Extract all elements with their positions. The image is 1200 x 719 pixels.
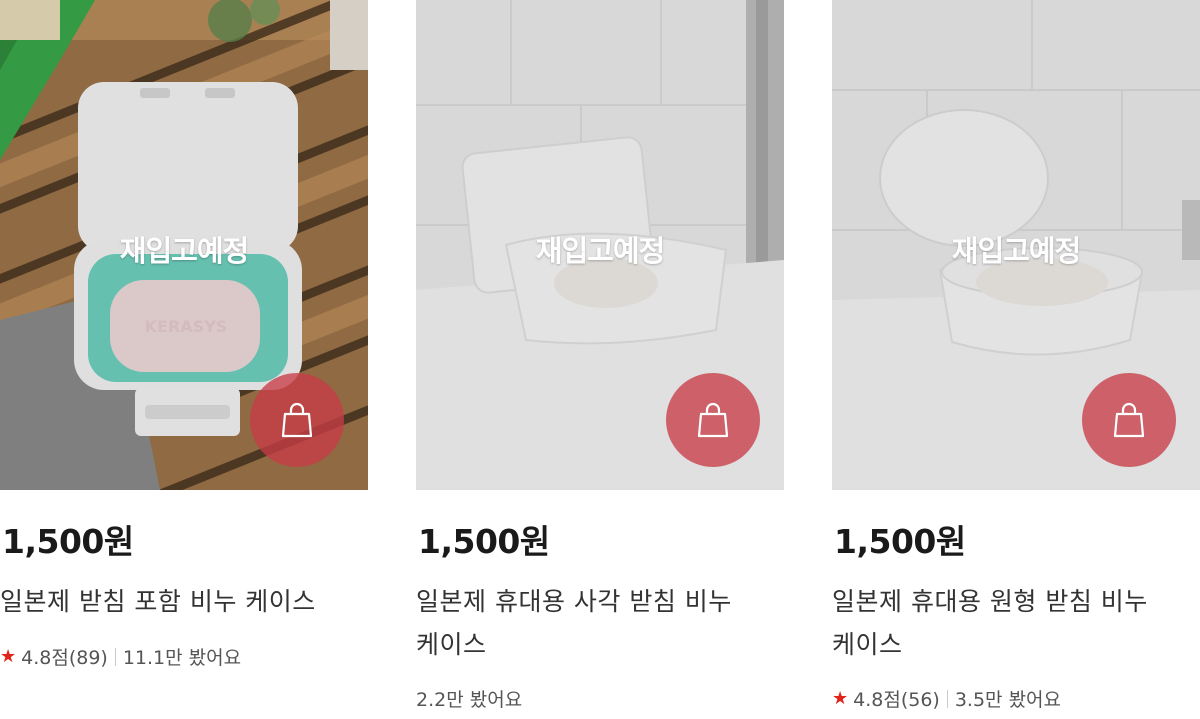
product-views: 11.1만 봤어요: [122, 647, 242, 669]
product-price: 1,500원: [2, 522, 134, 561]
product-meta: ★ 4.8점(56) 3.5만 봤어요: [832, 685, 1061, 712]
restock-label: 재입고예정: [119, 234, 249, 268]
meta-divider: [114, 647, 116, 666]
product-card[interactable]: 재입고예정 1,500원 일본제 휴대용 원형 받침 비누 케이스 ★ 4.8점…: [832, 0, 1200, 719]
product-image[interactable]: KERASYS 재입고예정: [0, 0, 368, 490]
product-views: 3.5만 봤어요: [954, 689, 1062, 711]
product-grid: KERASYS 재입고예정 1,500원 일본제 받침 포함 비누 케이스 ★ …: [0, 0, 1200, 719]
product-title[interactable]: 일본제 받침 포함 비누 케이스: [0, 580, 372, 623]
product-card[interactable]: KERASYS 재입고예정 1,500원 일본제 받침 포함 비누 케이스 ★ …: [0, 0, 368, 719]
meta-divider: [946, 689, 948, 708]
shopping-bag-icon: [281, 402, 313, 438]
product-title[interactable]: 일본제 휴대용 사각 받침 비누 케이스: [416, 580, 788, 666]
add-to-cart-button[interactable]: [1082, 373, 1176, 467]
shopping-bag-icon: [1113, 402, 1145, 438]
product-views: 2.2만 봤어요: [416, 689, 523, 711]
add-to-cart-button[interactable]: [666, 373, 760, 467]
product-card[interactable]: 재입고예정 1,500원 일본제 휴대용 사각 받침 비누 케이스 2.2만 봤…: [416, 0, 784, 719]
product-meta: 2.2만 봤어요: [416, 685, 522, 712]
shopping-bag-icon: [697, 402, 729, 438]
restock-label: 재입고예정: [951, 234, 1081, 268]
product-price: 1,500원: [418, 522, 550, 561]
product-image[interactable]: 재입고예정: [832, 0, 1200, 490]
product-rating: 4.8점(56): [853, 689, 940, 711]
star-icon: ★: [832, 688, 849, 709]
star-icon: ★: [0, 646, 17, 667]
product-title[interactable]: 일본제 휴대용 원형 받침 비누 케이스: [832, 580, 1200, 666]
product-meta: ★ 4.8점(89) 11.1만 봤어요: [0, 643, 241, 670]
restock-label: 재입고예정: [535, 234, 665, 268]
add-to-cart-button[interactable]: [250, 373, 344, 467]
product-price: 1,500원: [834, 522, 966, 561]
product-image[interactable]: 재입고예정: [416, 0, 784, 490]
product-rating: 4.8점(89): [21, 647, 108, 669]
